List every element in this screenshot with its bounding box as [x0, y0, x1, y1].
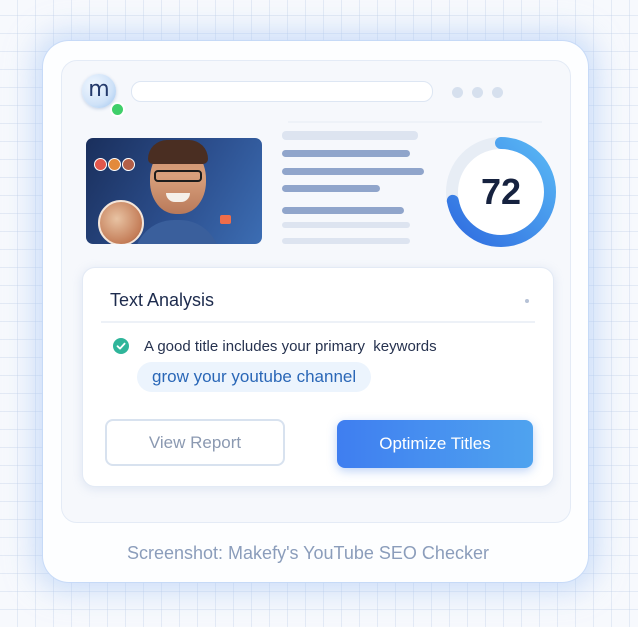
online-status-icon — [110, 102, 125, 117]
window-dot-icon — [492, 87, 503, 98]
placeholder-line — [282, 150, 410, 157]
preview-card: m 72 Text Analysis A good title includes… — [43, 41, 588, 582]
view-report-button[interactable]: View Report — [105, 419, 285, 466]
thumbnail-badge-icon — [220, 215, 231, 224]
keyword-chip[interactable]: grow your youtube channel — [137, 362, 372, 392]
placeholder-line — [282, 207, 404, 214]
panel-title: Text Analysis — [110, 290, 215, 310]
placeholder-line — [282, 185, 380, 192]
analysis-tip: A good title includes your primary keywo… — [144, 338, 437, 355]
placeholder-line — [282, 131, 418, 140]
thumbnail-inset-image — [98, 200, 144, 244]
optimize-titles-button[interactable]: Optimize Titles — [337, 420, 533, 468]
thumbnail-glasses — [154, 170, 202, 182]
placeholder-line — [282, 238, 410, 244]
check-icon — [113, 338, 129, 354]
reaction-bubble-icon — [94, 158, 107, 171]
makefy-logo[interactable]: m — [82, 74, 116, 108]
window-dot-icon — [472, 87, 483, 98]
thumbnail-person-shirt — [134, 220, 220, 244]
reaction-bubble-icon — [108, 158, 121, 171]
logo-mark: m — [88, 76, 110, 102]
browser-window: m 72 Text Analysis A good title includes… — [61, 60, 571, 523]
reaction-bubble-icon — [122, 158, 135, 171]
address-bar[interactable] — [131, 81, 433, 102]
header-divider — [288, 121, 542, 123]
video-thumbnail[interactable] — [86, 138, 262, 244]
window-dot-icon — [452, 87, 463, 98]
thumbnail-person-hair — [148, 140, 208, 164]
text-analysis-panel: Text Analysis A good title includes your… — [82, 267, 554, 487]
screenshot-caption: Screenshot: Makefy's YouTube SEO Checker — [127, 543, 489, 563]
placeholder-line — [282, 222, 410, 228]
more-options-icon[interactable] — [525, 299, 529, 303]
seo-score-value: 72 — [480, 171, 522, 212]
placeholder-line — [282, 168, 424, 175]
panel-divider — [101, 321, 535, 323]
